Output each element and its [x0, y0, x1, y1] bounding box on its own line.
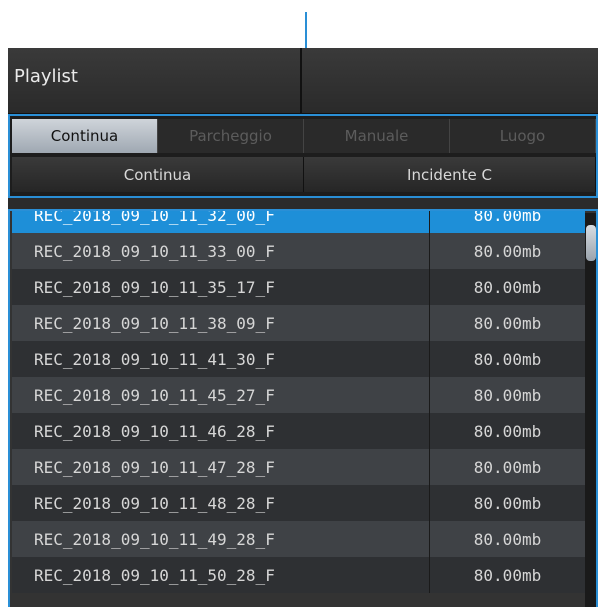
file-name: REC_2018_09_10_11_33_00_F: [12, 233, 430, 269]
tab-parcheggio[interactable]: Parcheggio: [158, 119, 304, 153]
subtab-continua[interactable]: Continua: [12, 157, 304, 192]
file-name: REC_2018_09_10_11_49_28_F: [12, 521, 430, 557]
file-row[interactable]: REC_2018_09_10_11_50_28_F 80.00mb: [12, 557, 585, 593]
file-size: 80.00mb: [473, 277, 542, 297]
subtab-incidente[interactable]: Incidente C: [304, 157, 596, 192]
file-row[interactable]: REC_2018_09_10_11_35_17_F 80.00mb: [12, 269, 585, 305]
file-name: REC_2018_09_10_11_38_09_F: [12, 305, 430, 341]
file-size: 80.00mb: [473, 457, 542, 477]
file-size: 80.00mb: [473, 349, 542, 369]
file-size: 80.00mb: [473, 565, 542, 585]
window-title: Playlist: [14, 66, 78, 87]
file-row[interactable]: REC_2018_09_10_11_49_28_F 80.00mb: [12, 521, 585, 557]
file-size: 80.00mb: [473, 241, 542, 261]
title-cell: Playlist: [8, 48, 302, 113]
tab-continua[interactable]: Continua: [12, 119, 158, 153]
category-tabs-panel: Continua Parcheggio Manuale Luogo Contin…: [8, 114, 598, 198]
file-size: 80.00mb: [473, 493, 542, 513]
file-name: REC_2018_09_10_11_45_27_F: [12, 377, 430, 413]
title-bar: Playlist: [8, 48, 598, 114]
file-row[interactable]: REC_2018_09_10_11_38_09_F 80.00mb: [12, 305, 585, 341]
file-row[interactable]: REC_2018_09_10_11_41_30_F 80.00mb: [12, 341, 585, 377]
file-name: REC_2018_09_10_11_50_28_F: [12, 557, 430, 593]
file-list: REC_2018_09_10_11_32_00_F 80.00mb REC_20…: [8, 209, 598, 607]
file-row[interactable]: REC_2018_09_10_11_33_00_F 80.00mb: [12, 233, 585, 269]
file-name: REC_2018_09_10_11_48_28_F: [12, 485, 430, 521]
file-name: REC_2018_09_10_11_32_00_F: [12, 211, 430, 233]
file-name: REC_2018_09_10_11_46_28_F: [12, 413, 430, 449]
file-row[interactable]: REC_2018_09_10_11_46_28_F 80.00mb: [12, 413, 585, 449]
tab-luogo[interactable]: Luogo: [450, 119, 596, 153]
file-size: 80.00mb: [473, 529, 542, 549]
playlist-window: Playlist Continua Parcheggio Manuale Luo…: [8, 48, 598, 607]
tab-manuale[interactable]: Manuale: [304, 119, 450, 153]
file-row[interactable]: REC_2018_09_10_11_32_00_F 80.00mb: [12, 209, 585, 233]
file-size: 80.00mb: [473, 421, 542, 441]
subtab-row: Continua Incidente C: [12, 157, 596, 192]
category-tab-row: Continua Parcheggio Manuale Luogo: [12, 119, 596, 153]
file-name: REC_2018_09_10_11_41_30_F: [12, 341, 430, 377]
file-row[interactable]: REC_2018_09_10_11_48_28_F 80.00mb: [12, 485, 585, 521]
file-name: REC_2018_09_10_11_35_17_F: [12, 269, 430, 305]
file-size: 80.00mb: [473, 313, 542, 333]
scrollbar-thumb[interactable]: [586, 225, 596, 261]
file-row[interactable]: REC_2018_09_10_11_45_27_F 80.00mb: [12, 377, 585, 413]
file-size: 80.00mb: [473, 385, 542, 405]
file-row[interactable]: REC_2018_09_10_11_47_28_F 80.00mb: [12, 449, 585, 485]
list-scrollbar[interactable]: [585, 213, 596, 607]
file-size: 80.00mb: [473, 209, 542, 225]
file-name: REC_2018_09_10_11_47_28_F: [12, 449, 430, 485]
